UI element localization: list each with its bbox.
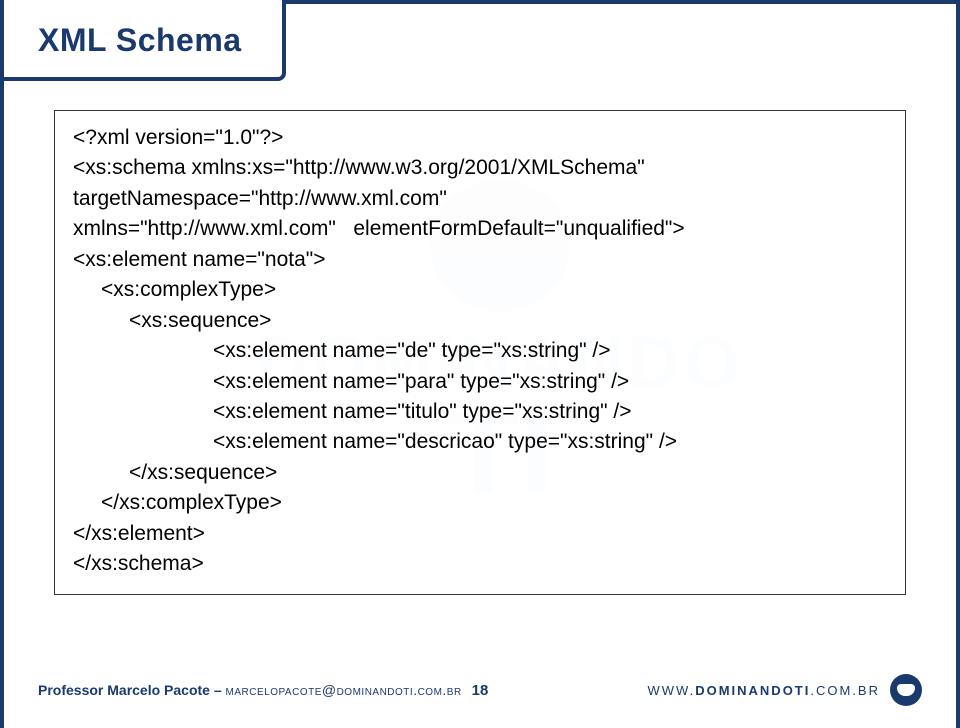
code-line: </xs:schema> <box>73 549 887 579</box>
slide-title-box: XML Schema <box>0 0 286 81</box>
code-line: <xs:element name="nota"> <box>73 245 887 275</box>
footer-url: WWW.DOMINANDOTI.COM.BR <box>647 683 880 698</box>
code-line: <xs:complexType> <box>73 275 887 305</box>
footer: Professor Marcelo Pacote – marcelopacote… <box>38 674 922 706</box>
logo-face-icon <box>897 684 915 696</box>
author-name: Marcelo Pacote <box>107 682 210 698</box>
page-number: 18 <box>472 682 489 699</box>
left-border <box>0 0 4 728</box>
footer-right: WWW.DOMINANDOTI.COM.BR <box>647 674 922 706</box>
code-line: </xs:complexType> <box>73 488 887 518</box>
url-main: DOMINANDOTI <box>695 683 810 698</box>
code-line: <xs:element name="para" type="xs:string"… <box>73 367 887 397</box>
author-label: Professor <box>38 682 103 698</box>
url-suffix: .COM.BR <box>810 683 880 698</box>
author-email: marcelopacote@dominandoti.com.br <box>226 682 462 698</box>
code-block: <?xml version="1.0"?> <xs:schema xmlns:x… <box>54 110 906 595</box>
code-line: <xs:schema xmlns:xs="http://www.w3.org/2… <box>73 153 887 183</box>
code-line: <?xml version="1.0"?> <box>73 123 887 153</box>
code-line: <xs:sequence> <box>73 306 887 336</box>
separator: – <box>214 682 226 698</box>
code-line: <xs:element name="titulo" type="xs:strin… <box>73 397 887 427</box>
right-border <box>956 0 960 728</box>
footer-author: Professor Marcelo Pacote – marcelopacote… <box>38 682 462 698</box>
url-prefix: WWW. <box>647 683 695 698</box>
code-line: <xs:element name="de" type="xs:string" /… <box>73 336 887 366</box>
code-line: </xs:element> <box>73 519 887 549</box>
code-line: </xs:sequence> <box>73 458 887 488</box>
footer-logo-icon <box>890 674 922 706</box>
code-line: xmlns="http://www.xml.com" elementFormDe… <box>73 214 887 244</box>
code-line: <xs:element name="descricao" type="xs:st… <box>73 427 887 457</box>
code-line: targetNamespace="http://www.xml.com" <box>73 184 887 214</box>
slide-title: XML Schema <box>38 22 242 59</box>
